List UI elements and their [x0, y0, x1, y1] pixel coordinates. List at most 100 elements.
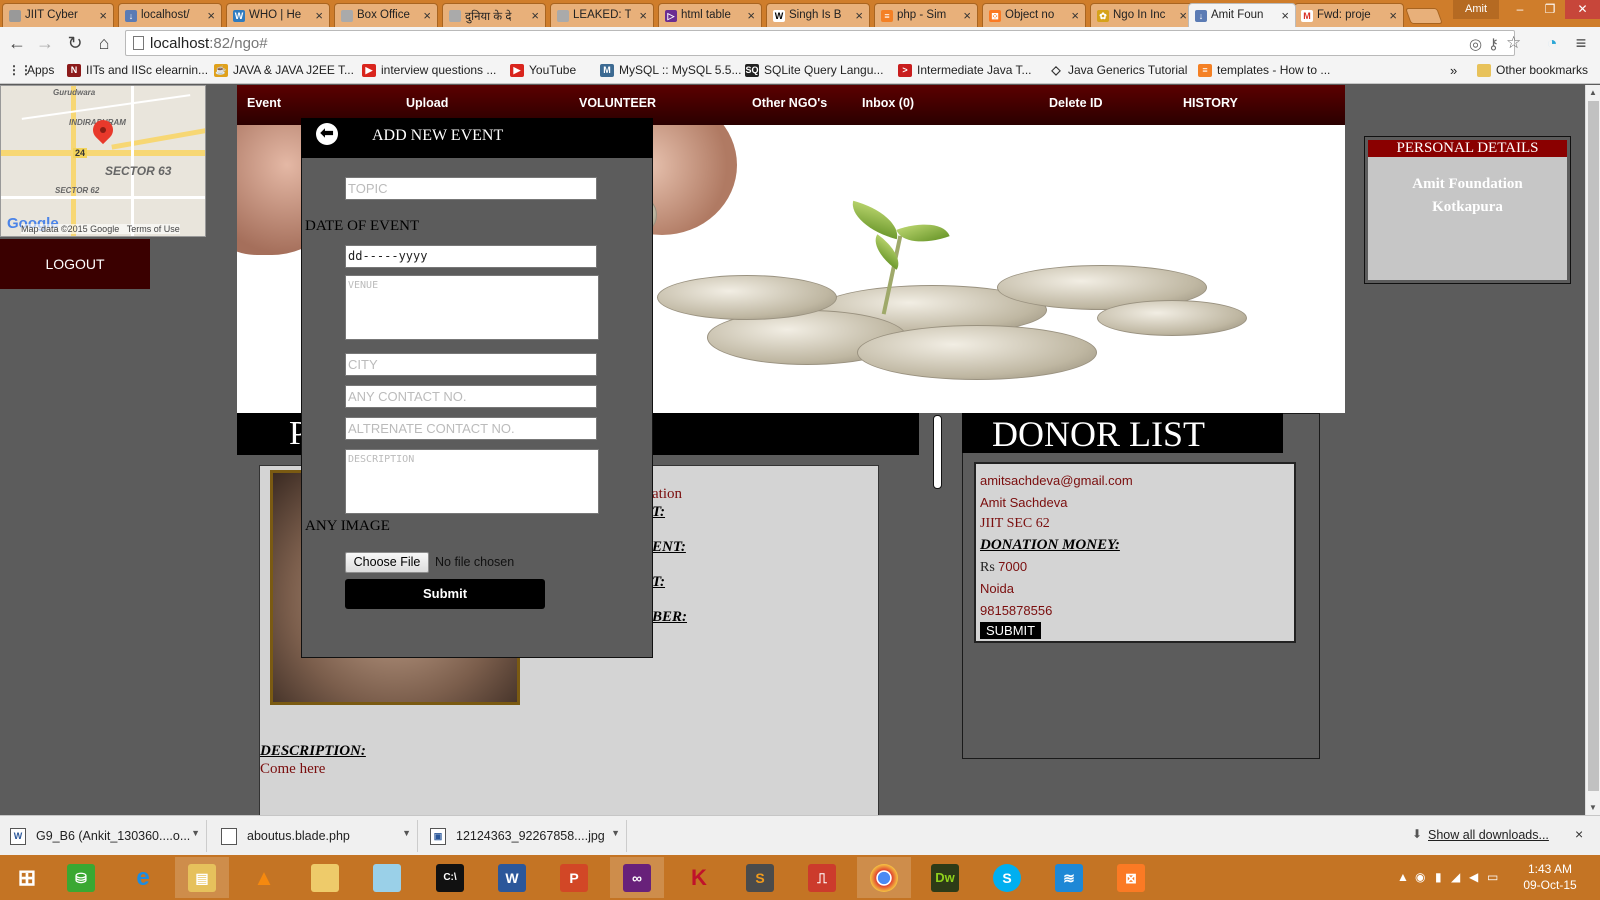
terms-link[interactable]: Terms of Use: [127, 224, 180, 234]
bookmarks-overflow[interactable]: »: [1450, 63, 1457, 78]
taskbar-app[interactable]: [360, 857, 414, 898]
battery-icon[interactable]: ▮: [1435, 870, 1442, 884]
key-icon[interactable]: ⚷: [1488, 35, 1499, 53]
back-arrow-icon[interactable]: ⬅: [316, 123, 338, 145]
bookmark-interview[interactable]: ▶ interview questions ...: [362, 63, 496, 77]
tab-11[interactable]: ↓ Amit Foun ×: [1188, 3, 1296, 27]
nav-upload[interactable]: Upload: [406, 96, 448, 110]
logout-button[interactable]: LOGOUT: [0, 239, 150, 289]
tab-10[interactable]: ✿ Ngo In Inc ×: [1090, 3, 1194, 27]
profile-badge[interactable]: Amit: [1453, 0, 1499, 19]
description-textarea[interactable]: DESCRIPTION: [345, 449, 599, 514]
bookmark-mysql[interactable]: M MySQL :: MySQL 5.5...: [600, 63, 741, 77]
taskbar-app[interactable]: ⛁: [54, 857, 108, 898]
address-bar[interactable]: localhost:82/ngo# ◎ ⚷ ☆: [125, 30, 1521, 56]
taskbar-app[interactable]: ≋: [1042, 857, 1096, 898]
back-arrow-icon[interactable]: ←: [6, 32, 28, 54]
taskbar-app[interactable]: ▤: [175, 857, 229, 898]
scroll-thumb[interactable]: [1588, 101, 1599, 791]
home-icon[interactable]: ⌂: [93, 32, 115, 54]
close-icon[interactable]: ×: [423, 8, 431, 23]
page-scrollbar[interactable]: ▲ ▼: [1585, 85, 1600, 815]
close-icon[interactable]: ×: [207, 8, 215, 23]
bookmark-generics[interactable]: ◇ Java Generics Tutorial: [1049, 63, 1187, 77]
close-icon[interactable]: ×: [855, 8, 863, 23]
volume-icon[interactable]: ◀: [1469, 870, 1478, 884]
nav-other-ngos[interactable]: Other NGO's: [752, 96, 827, 110]
bookmark-youtube[interactable]: ▶ YouTube: [510, 63, 576, 77]
download-item[interactable]: ▣ 12124363_92267858....jpg ▼: [420, 820, 627, 852]
tab-3[interactable]: Box Office ×: [334, 3, 438, 27]
location-map[interactable]: Gurudwara INDIRAPURAM SECTOR 63 SECTOR 6…: [0, 85, 206, 237]
taskbar-app[interactable]: W: [485, 857, 539, 898]
alternate-contact-input[interactable]: ALTRENATE CONTACT NO.: [345, 417, 597, 440]
tab-9[interactable]: ⊠ Object no ×: [982, 3, 1086, 27]
close-icon[interactable]: ×: [963, 8, 971, 23]
tab-1[interactable]: ↓ localhost/×: [118, 3, 222, 27]
nav-event[interactable]: Event: [247, 96, 281, 110]
scroll-up-icon[interactable]: ▲: [1589, 88, 1597, 97]
close-icon[interactable]: ×: [531, 8, 539, 23]
close-icon[interactable]: ×: [1179, 8, 1187, 23]
close-window-icon[interactable]: ✕: [1565, 0, 1600, 19]
tab-8[interactable]: ≡ php - Sim ×: [874, 3, 978, 27]
taskbar-app[interactable]: S: [980, 857, 1034, 898]
chevron-down-icon[interactable]: ▼: [611, 828, 620, 838]
taskbar-app[interactable]: P: [547, 857, 601, 898]
taskbar-app[interactable]: [857, 857, 911, 898]
venue-textarea[interactable]: VENUE: [345, 275, 599, 340]
chevron-down-icon[interactable]: ▼: [191, 828, 200, 838]
bookmark-sqlite[interactable]: SQ SQLite Query Langu...: [745, 63, 883, 77]
show-all-downloads-link[interactable]: Show all downloads...: [1428, 828, 1549, 842]
network-icon[interactable]: ◢: [1451, 870, 1460, 884]
close-icon[interactable]: ×: [1389, 8, 1397, 23]
close-icon[interactable]: ×: [1071, 8, 1079, 23]
taskbar-app[interactable]: C:\: [423, 857, 477, 898]
reload-icon[interactable]: ↻: [64, 32, 86, 54]
taskbar-app[interactable]: Dw: [918, 857, 972, 898]
submit-button[interactable]: Submit: [345, 579, 545, 609]
nav-history[interactable]: HISTORY: [1183, 96, 1238, 110]
extension-icon[interactable]: ◔: [1541, 32, 1563, 54]
minimize-icon[interactable]: –: [1505, 0, 1535, 19]
tab-2[interactable]: W WHO | He ×: [226, 3, 330, 27]
tab-0[interactable]: JIIT Cyber ×: [2, 3, 114, 27]
topic-input[interactable]: TOPIC: [345, 177, 597, 200]
nav-inbox[interactable]: Inbox (0): [862, 96, 914, 110]
city-input[interactable]: CITY: [345, 353, 597, 376]
location-icon[interactable]: ◎: [1469, 35, 1482, 53]
donor-submit-button[interactable]: SUBMIT: [980, 622, 1042, 640]
chrome-tray-icon[interactable]: ◉: [1415, 870, 1425, 884]
download-item[interactable]: aboutus.blade.php ▼: [211, 820, 418, 852]
star-icon[interactable]: ☆: [1506, 33, 1521, 53]
scroll-down-icon[interactable]: ▼: [1589, 803, 1597, 812]
taskbar-app[interactable]: K: [672, 857, 726, 898]
action-center-icon[interactable]: ▭: [1487, 870, 1498, 884]
bookmark-templates[interactable]: ≡ templates - How to ...: [1198, 63, 1330, 77]
taskbar-app[interactable]: ⎍: [795, 857, 849, 898]
close-icon[interactable]: ×: [99, 8, 107, 23]
bookmark-intermediate-java[interactable]: > Intermediate Java T...: [898, 63, 1032, 77]
bookmark-java[interactable]: ☕ JAVA & JAVA J2EE T...: [214, 63, 354, 77]
bookmark-apps[interactable]: ⋮⋮ Apps: [8, 63, 54, 77]
tab-7[interactable]: W Singh Is B ×: [766, 3, 870, 27]
tab-12[interactable]: M Fwd: proje ×: [1294, 3, 1404, 27]
download-item[interactable]: W G9_B6 (Ankit_130360....o... ▼: [0, 820, 207, 852]
taskbar-app[interactable]: e: [116, 857, 170, 898]
close-icon[interactable]: ×: [747, 8, 755, 23]
restore-icon[interactable]: ❐: [1535, 0, 1565, 19]
taskbar-app[interactable]: ⊠: [1104, 857, 1158, 898]
scrollbar-thumb[interactable]: [933, 415, 942, 489]
taskbar-app[interactable]: S: [733, 857, 787, 898]
date-input[interactable]: dd-----yyyy: [345, 245, 597, 268]
taskbar-app[interactable]: [298, 857, 352, 898]
nav-volunteer[interactable]: VOLUNTEER: [579, 96, 656, 110]
clock[interactable]: 1:43 AM 09-Oct-15: [1510, 861, 1590, 893]
other-bookmarks[interactable]: Other bookmarks: [1477, 63, 1588, 77]
choose-file-button[interactable]: Choose File: [345, 552, 429, 573]
start-button[interactable]: ⊞: [0, 857, 54, 898]
close-icon[interactable]: ×: [639, 8, 647, 23]
taskbar-app[interactable]: ▲: [237, 857, 291, 898]
forward-arrow-icon[interactable]: →: [34, 32, 56, 54]
taskbar-app[interactable]: ∞: [610, 857, 664, 898]
